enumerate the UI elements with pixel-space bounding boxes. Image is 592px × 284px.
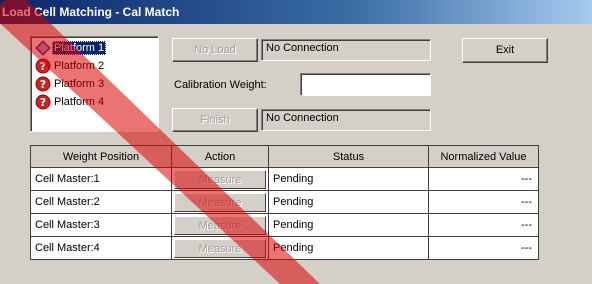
question-error-icon: ? <box>35 58 51 74</box>
exit-button[interactable]: Exit <box>462 38 548 63</box>
finish-status-field: No Connection <box>261 109 431 131</box>
platform-label: Platform 4 <box>54 96 105 108</box>
platform-label: Platform 1 <box>52 41 107 55</box>
weight-position-cell: Cell Master:1 <box>30 167 172 191</box>
window-title: Load Cell Matching - Cal Match <box>2 5 180 19</box>
table-row: Cell Master:4 Measure Pending --- <box>30 236 539 260</box>
table-row: Cell Master:1 Measure Pending --- <box>30 167 539 191</box>
platform-list-item-4[interactable]: ? Platform 4 <box>35 93 155 111</box>
measure-button[interactable]: Measure <box>174 169 266 189</box>
platform-list-item-1[interactable]: Platform 1 <box>35 39 155 57</box>
normalized-value-cell: --- <box>428 167 539 191</box>
no-load-status-field: No Connection <box>261 39 431 61</box>
platform-list-item-3[interactable]: ? Platform 3 <box>35 75 155 93</box>
finish-button[interactable]: Finish <box>172 108 258 132</box>
status-cell: Pending <box>268 167 429 191</box>
platform-list-item-2[interactable]: ? Platform 2 <box>35 57 155 75</box>
status-cell: Pending <box>268 190 429 214</box>
no-load-button[interactable]: No Load <box>172 38 258 62</box>
title-bar[interactable]: Load Cell Matching - Cal Match <box>0 0 592 24</box>
measure-button[interactable]: Measure <box>174 215 266 235</box>
svg-text:?: ? <box>40 60 46 73</box>
weight-position-cell: Cell Master:2 <box>30 190 172 214</box>
svg-text:?: ? <box>40 96 46 109</box>
normalized-value-cell: --- <box>428 213 539 237</box>
measure-button[interactable]: Measure <box>174 238 266 258</box>
table-row: Cell Master:2 Measure Pending --- <box>30 190 539 214</box>
calibration-weight-input[interactable] <box>300 73 431 96</box>
table-row: Cell Master:3 Measure Pending --- <box>30 213 539 237</box>
question-error-icon: ? <box>35 76 51 92</box>
platform-label: Platform 2 <box>54 60 105 72</box>
weight-position-cell: Cell Master:4 <box>30 236 172 260</box>
platform-ok-icon <box>35 40 51 56</box>
platform-list[interactable]: Platform 1 ? Platform 2 ? Platform 3 ? P… <box>30 36 159 132</box>
table-header-row: Weight Position Action Status Normalized… <box>30 145 539 168</box>
normalized-value-cell: --- <box>428 190 539 214</box>
weight-position-cell: Cell Master:3 <box>30 213 172 237</box>
status-cell: Pending <box>268 236 429 260</box>
column-header-normalized-value: Normalized Value <box>428 145 539 168</box>
svg-text:?: ? <box>40 78 46 91</box>
column-header-action: Action <box>171 145 269 168</box>
measure-button[interactable]: Measure <box>174 192 266 212</box>
column-header-status: Status <box>268 145 429 168</box>
normalized-value-cell: --- <box>428 236 539 260</box>
column-header-weight-position: Weight Position <box>30 145 172 168</box>
status-cell: Pending <box>268 213 429 237</box>
weight-position-table: Weight Position Action Status Normalized… <box>30 145 539 260</box>
calibration-weight-label: Calibration Weight: <box>174 79 267 91</box>
question-error-icon: ? <box>35 94 51 110</box>
platform-label: Platform 3 <box>54 78 105 90</box>
